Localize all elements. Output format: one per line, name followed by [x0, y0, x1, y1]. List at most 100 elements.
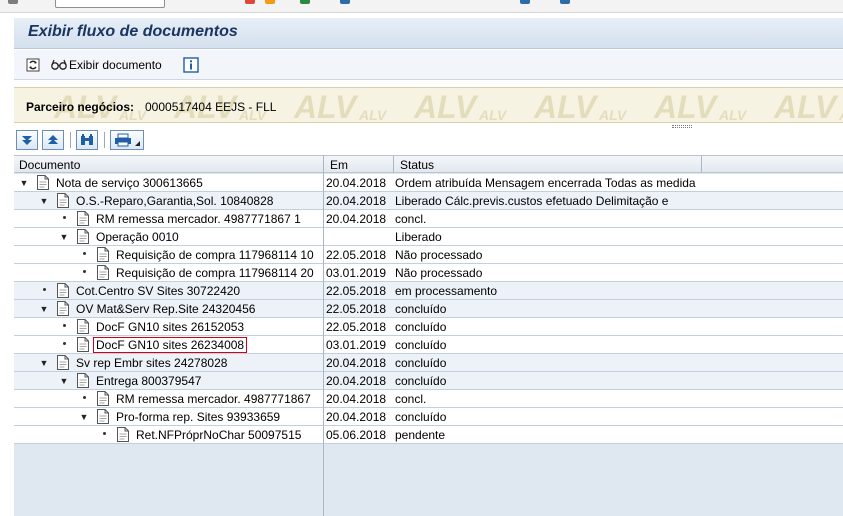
document-cell[interactable]: ▼ OV Mat&Serv Rep.Site 24320456: [14, 300, 323, 318]
document-icon: [77, 337, 89, 352]
document-cell[interactable]: RM remessa mercador. 4987771867 1: [14, 210, 323, 228]
table-row[interactable]: DocF GN10 sites 26234008 03.01.2019 conclu…: [14, 336, 843, 354]
document-cell[interactable]: Requisição de compra 117968114 20: [14, 264, 323, 282]
document-cell[interactable]: ▼ O.S.-Reparo,Garantia,Sol. 10840828: [14, 192, 323, 210]
display-document-button[interactable]: Exibir documento: [50, 55, 162, 75]
document-label[interactable]: O.S.-Reparo,Garantia,Sol. 10840828: [76, 194, 273, 208]
document-icon: [57, 193, 69, 208]
toolbar-icon[interactable]: [300, 0, 310, 4]
column-divider[interactable]: [393, 156, 394, 173]
document-cell[interactable]: Cot.Centro SV Sites 30722420: [14, 282, 323, 300]
title-bar: Exibir fluxo de documentos: [14, 18, 843, 49]
status-cell: concluído: [395, 302, 447, 316]
status-cell: concluído: [395, 356, 447, 370]
document-label[interactable]: RM remessa mercador. 4987771867: [116, 392, 311, 406]
collapse-node-icon[interactable]: ▼: [59, 375, 69, 387]
document-cell[interactable]: Requisição de compra 117968114 10: [14, 246, 323, 264]
column-header-date[interactable]: Em: [330, 158, 348, 172]
collapse-icon: [46, 133, 60, 147]
leaf-bullet-icon: [43, 288, 46, 291]
collapse-node-icon[interactable]: ▼: [39, 357, 49, 369]
watermark-text: ALV: [773, 89, 839, 123]
collapse-node-icon[interactable]: ▼: [39, 303, 49, 315]
document-label[interactable]: Requisição de compra 117968114 20: [116, 266, 314, 280]
document-label[interactable]: Requisição de compra 117968114 10: [116, 248, 314, 262]
document-label[interactable]: DocF GN10 sites 26152053: [96, 320, 244, 334]
status-cell: concl.: [395, 212, 427, 226]
document-label[interactable]: RM remessa mercador. 4987771867 1: [96, 212, 301, 226]
table-row[interactable]: RM remessa mercador. 4987771867 20.04.201…: [14, 390, 843, 408]
watermark-text: ALV: [358, 107, 388, 123]
collapse-node-icon[interactable]: ▼: [19, 177, 29, 189]
leaf-bullet-icon: [83, 270, 86, 273]
toolbar-icon[interactable]: [560, 0, 570, 4]
watermark-text: ALV: [478, 107, 508, 123]
document-label[interactable]: Ret.NFPróprNoChar 50097515: [136, 428, 301, 442]
column-header-status[interactable]: Status: [400, 158, 434, 172]
document-cell[interactable]: DocF GN10 sites 26234008: [14, 336, 323, 354]
collapse-node-icon[interactable]: ▼: [59, 231, 69, 243]
toolbar-icon[interactable]: [245, 0, 255, 4]
table-row[interactable]: ▼ Sv rep Embr sites 24278028 20.04.2018 con…: [14, 354, 843, 372]
table-row[interactable]: Requisição de compra 117968114 20 03.01.2…: [14, 264, 843, 282]
document-label[interactable]: OV Mat&Serv Rep.Site 24320456: [76, 302, 255, 316]
column-divider[interactable]: [701, 156, 702, 173]
toolbar-icon[interactable]: [265, 0, 275, 4]
document-cell[interactable]: RM remessa mercador. 4987771867: [14, 390, 323, 408]
table-row[interactable]: ▼ Nota de serviço 300613665 20.04.2018 Orde…: [14, 174, 843, 192]
document-cell[interactable]: ▼ Nota de serviço 300613665: [14, 174, 323, 192]
toolbar-icon[interactable]: [8, 0, 18, 4]
document-label[interactable]: Nota de serviço 300613665: [56, 176, 203, 190]
find-button[interactable]: [76, 130, 98, 150]
command-field[interactable]: [55, 0, 165, 8]
expand-all-button[interactable]: [16, 130, 38, 150]
print-button[interactable]: [110, 130, 144, 150]
status-cell: concluído: [395, 338, 447, 352]
collapse-all-button[interactable]: [42, 130, 64, 150]
document-cell[interactable]: ▼ Entrega 800379547: [14, 372, 323, 390]
table-row[interactable]: ▼ Operação 0010 Liberado: [14, 228, 843, 246]
toolbar-icon[interactable]: [520, 0, 530, 4]
table-row[interactable]: RM remessa mercador. 4987771867 1 20.04.2…: [14, 210, 843, 228]
system-toolbar: [0, 0, 843, 13]
header-info-area: ALVALVALVALVALVALVALVALVALVALVALVALVALVA…: [14, 87, 843, 123]
table-row[interactable]: ▼ Entrega 800379547 20.04.2018 concluído: [14, 372, 843, 390]
document-cell[interactable]: ▼ Pro-forma rep. Sites 93933659: [14, 408, 323, 426]
alv-watermark: ALVALVALVALVALVALVALVALVALVALVALVALVALVA…: [53, 89, 843, 123]
status-cell: Não processado: [395, 248, 483, 262]
document-label[interactable]: Sv rep Embr sites 24278028: [76, 356, 227, 370]
refresh-button[interactable]: [24, 55, 42, 75]
document-label[interactable]: Operação 0010: [96, 230, 179, 244]
document-label[interactable]: Entrega 800379547: [96, 374, 201, 388]
watermark-text: ALV: [533, 89, 599, 123]
column-header-row: Documento Em Status: [14, 155, 843, 173]
partner-label: Parceiro negócios:: [26, 100, 135, 114]
selected-document-label[interactable]: DocF GN10 sites 26234008: [92, 337, 248, 353]
date-cell: 20.04.2018: [326, 212, 387, 226]
date-cell: 20.04.2018: [326, 356, 387, 370]
document-cell[interactable]: ▼ Operação 0010: [14, 228, 323, 246]
document-cell[interactable]: DocF GN10 sites 26152053: [14, 318, 323, 336]
column-header-document[interactable]: Documento: [19, 158, 80, 172]
leaf-bullet-icon: [83, 252, 86, 255]
table-row[interactable]: ▼ OV Mat&Serv Rep.Site 24320456 22.05.2018…: [14, 300, 843, 318]
table-row[interactable]: Cot.Centro SV Sites 30722420 22.05.2018 em…: [14, 282, 843, 300]
table-row[interactable]: Requisição de compra 117968114 10 22.05.2…: [14, 246, 843, 264]
collapse-node-icon[interactable]: ▼: [79, 411, 89, 423]
date-cell: 20.04.2018: [326, 392, 387, 406]
document-icon: [97, 391, 109, 406]
table-row[interactable]: Ret.NFPróprNoChar 50097515 05.06.2018 pend…: [14, 426, 843, 444]
date-cell: 22.05.2018: [326, 248, 387, 262]
page-title: Exibir fluxo de documentos: [28, 23, 238, 40]
table-row[interactable]: ▼ Pro-forma rep. Sites 93933659 20.04.2018…: [14, 408, 843, 426]
info-button[interactable]: [183, 55, 199, 75]
display-document-label: Exibir documento: [69, 58, 162, 72]
document-cell[interactable]: ▼ Sv rep Embr sites 24278028: [14, 354, 323, 372]
table-row[interactable]: ▼ O.S.-Reparo,Garantia,Sol. 10840828 20.04…: [14, 192, 843, 210]
document-label[interactable]: Cot.Centro SV Sites 30722420: [76, 284, 240, 298]
collapse-node-icon[interactable]: ▼: [39, 195, 49, 207]
toolbar-icon[interactable]: [340, 0, 350, 4]
table-row[interactable]: DocF GN10 sites 26152053 22.05.2018 conclu…: [14, 318, 843, 336]
document-label[interactable]: Pro-forma rep. Sites 93933659: [116, 410, 280, 424]
document-cell[interactable]: Ret.NFPróprNoChar 50097515: [14, 426, 323, 444]
